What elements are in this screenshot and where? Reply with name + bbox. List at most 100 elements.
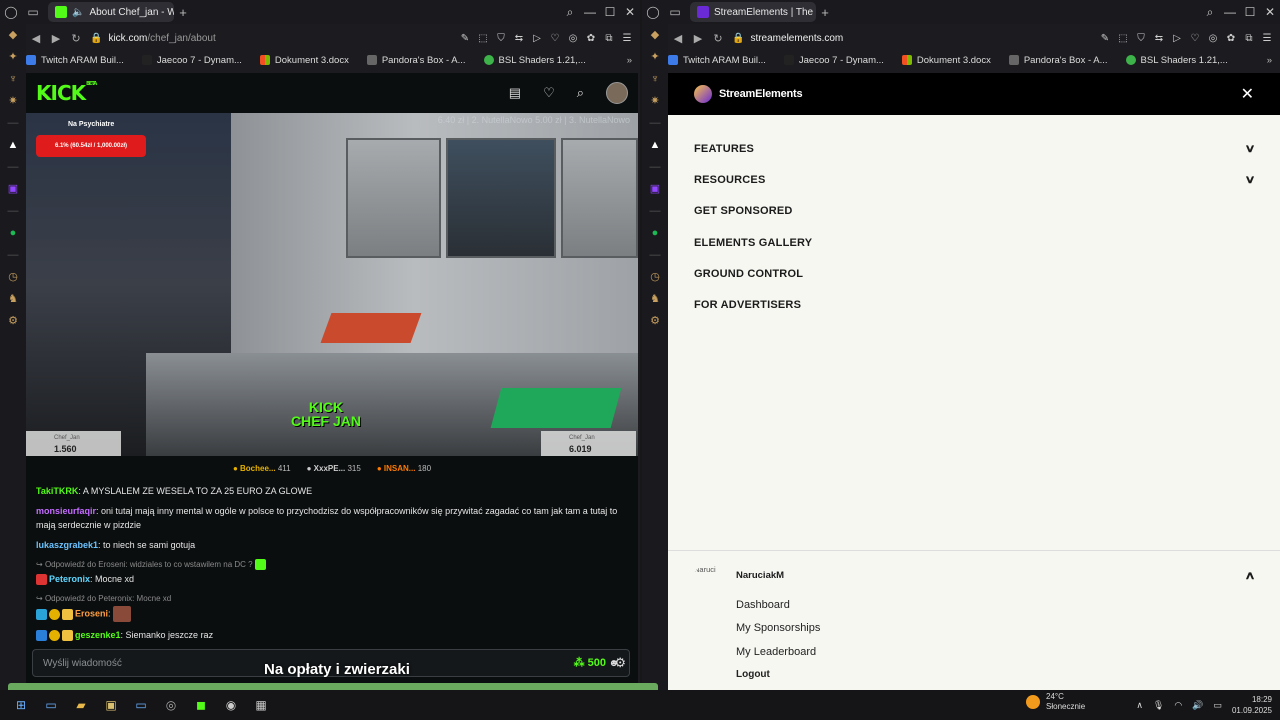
stream-video[interactable]: 6.40 zł | 2. NutellaNowo 5.00 zł | 3. Nu…: [26, 113, 638, 456]
sidebar-home-icon[interactable]: ◆: [651, 24, 659, 46]
camera-icon[interactable]: ◎: [564, 33, 582, 44]
microphone-icon[interactable]: 🎙: [1153, 700, 1164, 711]
chat-username[interactable]: monsieurfaqir: [36, 506, 96, 516]
sidebar-clock-icon[interactable]: ◷: [650, 266, 660, 288]
sidebar-aria-icon[interactable]: ▲: [650, 134, 661, 156]
menu-item-elements-gallery[interactable]: ELEMENTS GALLERY: [668, 227, 1280, 258]
heart-icon[interactable]: ♡: [546, 33, 564, 44]
taskview-icon[interactable]: ▭: [40, 696, 62, 714]
opera-menu-icon[interactable]: ◯: [0, 5, 22, 19]
battery-icon[interactable]: ▭: [1213, 700, 1222, 711]
sidebar-gx-icon[interactable]: ✦: [650, 46, 659, 68]
bookmark-item[interactable]: Jaecoo 7 - Dynam...: [783, 55, 884, 66]
volume-icon[interactable]: 🔊: [1192, 700, 1203, 711]
sidebar-twitch-icon[interactable]: ▣: [8, 178, 18, 200]
chat-settings-icon[interactable]: ⚙: [614, 655, 626, 671]
sidebar-spotify-icon[interactable]: ●: [652, 222, 659, 244]
minimize-icon[interactable]: —: [1220, 5, 1240, 20]
leaderboard-entry[interactable]: ● INSAN... 180: [377, 464, 431, 473]
wallet-icon[interactable]: ⧉: [1240, 33, 1258, 44]
url-field[interactable]: 🔒 streamelements.com: [728, 33, 1096, 44]
bookmark-item[interactable]: BSL Shaders 1.21,...: [1125, 55, 1228, 66]
search-icon[interactable]: ⌕: [560, 5, 580, 20]
close-icon[interactable]: ✕: [620, 5, 640, 20]
leaderboard-entry[interactable]: ● XxxPE... 315: [307, 464, 361, 473]
streamelements-logo-icon[interactable]: [694, 85, 712, 103]
sidebar-trophy-icon[interactable]: ♆: [651, 68, 659, 90]
chat-username[interactable]: Peteronix: [49, 574, 90, 584]
kick-app-icon[interactable]: ◼: [190, 696, 212, 714]
opera-menu-icon[interactable]: ◯: [642, 5, 664, 19]
monitor-icon[interactable]: ▭: [130, 696, 152, 714]
avatar[interactable]: [606, 82, 628, 104]
tray-chevron-icon[interactable]: ∧: [1136, 700, 1143, 711]
pin-icon[interactable]: ✎: [1096, 33, 1114, 44]
sidebar-cleaner-icon[interactable]: ✷: [8, 90, 17, 112]
new-tab-button[interactable]: +: [816, 5, 834, 20]
bookmark-item[interactable]: Twitch ARAM Buil...: [26, 55, 124, 66]
sidebar-gx-icon[interactable]: ✦: [8, 46, 17, 68]
maximize-icon[interactable]: ☐: [600, 5, 620, 20]
tab-islands-icon[interactable]: ▭: [22, 5, 44, 19]
chat-message[interactable]: Eroseni:: [36, 606, 628, 622]
tab-streamelements[interactable]: StreamElements | The U...: [690, 2, 816, 22]
wallet-icon[interactable]: ⧉: [600, 33, 618, 44]
bookmarks-more-icon[interactable]: »: [627, 55, 632, 66]
tab-kick[interactable]: 🔈 About Chef_jan - Wat...: [48, 2, 174, 22]
following-heart-icon[interactable]: ♡: [543, 85, 555, 101]
sidebar-home-icon[interactable]: ◆: [9, 24, 17, 46]
channel-points[interactable]: ⁂ 500: [574, 656, 606, 669]
chat-username[interactable]: Eroseni: [75, 608, 108, 618]
menu-item-for-advertisers[interactable]: FOR ADVERTISERS: [668, 289, 1280, 320]
clock[interactable]: 18:29 01.09.2025: [1232, 694, 1272, 716]
sidebar-trophy-icon[interactable]: ♆: [9, 68, 17, 90]
chat-message[interactable]: geszenke1: Siemanko jeszcze raz: [36, 628, 628, 642]
sidebar-aria-icon[interactable]: ▲: [8, 134, 19, 156]
minimize-icon[interactable]: —: [580, 5, 600, 20]
extension-icon[interactable]: ✿: [1222, 33, 1240, 44]
wifi-icon[interactable]: ◠: [1174, 700, 1182, 711]
steam-icon[interactable]: ◉: [220, 696, 242, 714]
tab-islands-icon[interactable]: ▭: [664, 5, 686, 19]
pin-icon[interactable]: ✎: [456, 33, 474, 44]
snapshot-icon[interactable]: ⬚: [474, 33, 492, 44]
bookmark-item[interactable]: Dokument 3.docx: [901, 55, 991, 66]
bookmarks-more-icon[interactable]: »: [1267, 55, 1272, 66]
reader-icon[interactable]: ☰: [1258, 33, 1276, 44]
url-field[interactable]: 🔒 kick.com/chef_jan/about: [86, 33, 456, 44]
user-menu-toggle[interactable]: Naruci NaruciakM ∧: [694, 565, 1256, 585]
search-icon[interactable]: ⌕: [577, 85, 584, 101]
streamelements-logo[interactable]: StreamElements: [719, 88, 803, 100]
chat-message[interactable]: monsieurfaqir: oni tutaj mają inny menta…: [36, 504, 628, 532]
user-menu-dashboard[interactable]: Dashboard: [736, 599, 1254, 622]
forward-icon[interactable]: ▶: [46, 32, 66, 45]
weather-widget[interactable]: 24°C Słonecznie: [1026, 692, 1085, 712]
menu-item-ground-control[interactable]: GROUND CONTROL: [668, 258, 1280, 289]
bookmark-item[interactable]: Twitch ARAM Buil...: [668, 55, 766, 66]
chat-username[interactable]: geszenke1: [75, 630, 121, 640]
shield-icon[interactable]: ⛉: [492, 33, 510, 44]
shield-icon[interactable]: ⛉: [1132, 33, 1150, 44]
leaderboard-entry[interactable]: ● Bochee... 411: [233, 464, 291, 473]
app-icon[interactable]: ◎: [160, 696, 182, 714]
translate-icon[interactable]: ⇆: [510, 33, 528, 44]
user-menu-logout[interactable]: Logout: [736, 669, 1254, 690]
chat-message[interactable]: TakiTKRK: A MYSLALEM ZE WESELA TO ZA 25 …: [36, 484, 628, 498]
speaker-icon[interactable]: 🔈: [72, 7, 84, 18]
menu-item-get-sponsored[interactable]: GET SPONSORED: [668, 196, 1280, 227]
menu-item-features[interactable]: FEATURES ∨: [668, 133, 1280, 164]
user-menu-leaderboard[interactable]: My Leaderboard: [736, 646, 1254, 669]
forward-icon[interactable]: ▶: [688, 32, 708, 45]
play-icon[interactable]: ▷: [528, 33, 546, 44]
browse-icon[interactable]: ▤: [509, 85, 521, 101]
chat-message[interactable]: lukaszgrabek1: to niech se sami gotuja: [36, 538, 628, 552]
camera-icon[interactable]: ◎: [1204, 33, 1222, 44]
extension-icon[interactable]: ✿: [582, 33, 600, 44]
reader-icon[interactable]: ☰: [618, 33, 636, 44]
back-icon[interactable]: ◀: [668, 32, 688, 45]
chat-username[interactable]: TakiTKRK: [36, 486, 78, 496]
translate-icon[interactable]: ⇆: [1150, 33, 1168, 44]
bookmark-item[interactable]: BSL Shaders 1.21,...: [483, 55, 586, 66]
play-icon[interactable]: ▷: [1168, 33, 1186, 44]
snapshot-icon[interactable]: ⬚: [1114, 33, 1132, 44]
